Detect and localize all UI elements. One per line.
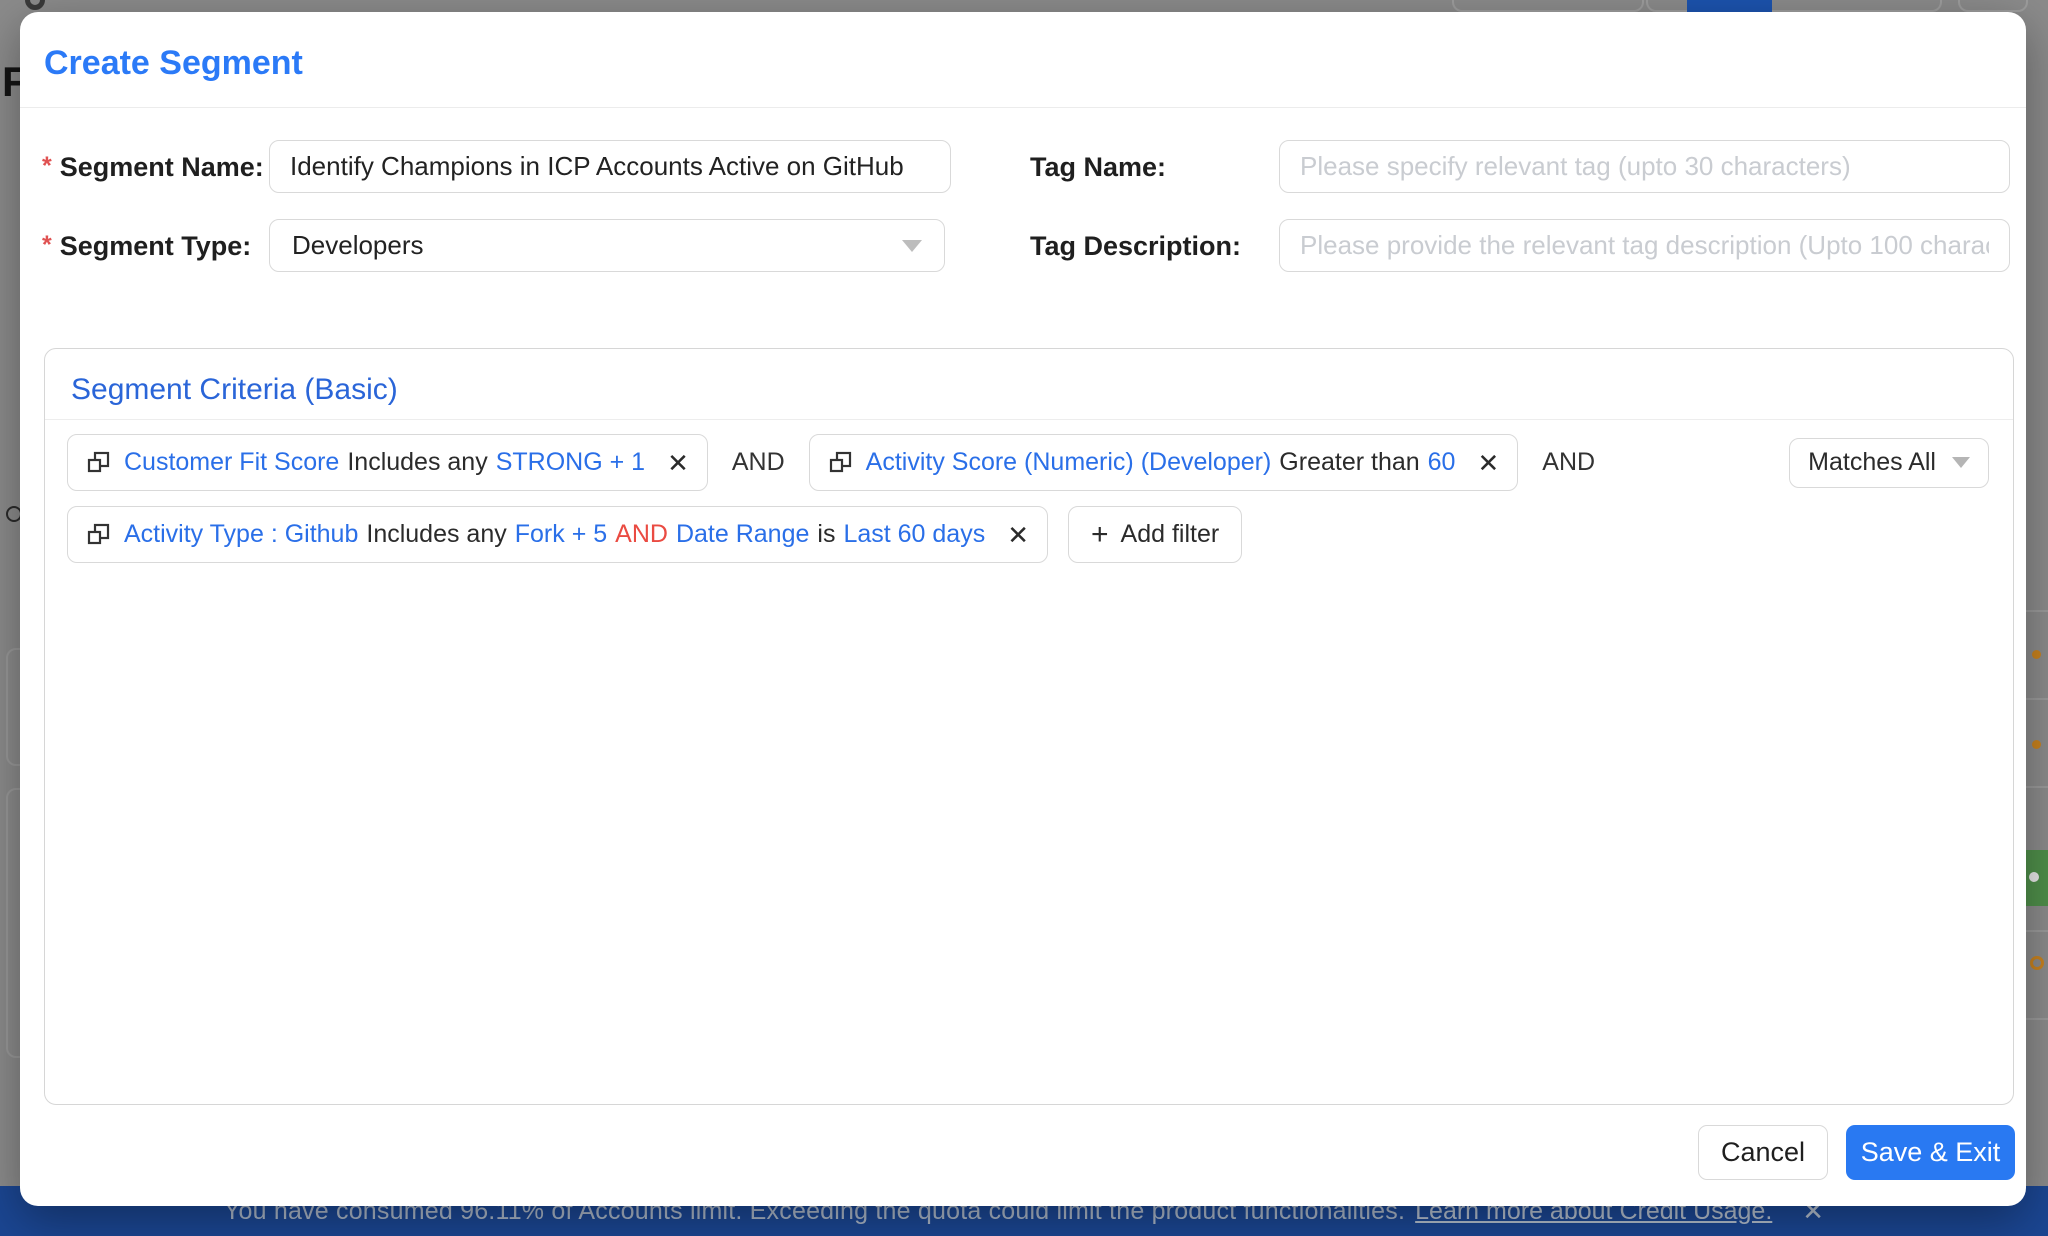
background-row-divider: [2026, 786, 2048, 788]
background-avatar-fragment: [2030, 956, 2044, 970]
save-exit-button[interactable]: Save & Exit: [1846, 1125, 2015, 1180]
filter-chip-text: Customer Fit Score Includes any STRONG +…: [124, 448, 645, 477]
background-toolbar-button: [1958, 0, 2028, 12]
plus-icon: +: [1091, 520, 1109, 550]
remove-filter-icon[interactable]: ✕: [667, 450, 689, 476]
segment-name-label: *Segment Name:: [42, 152, 264, 183]
segment-name-input[interactable]: [269, 140, 951, 193]
background-logo-fragment: [25, 0, 45, 10]
title-divider: [20, 107, 2026, 108]
screen: F You have consumed 96.11% of Accounts l…: [0, 0, 2048, 1236]
and-connector: AND: [732, 448, 785, 477]
background-row-divider: [2026, 610, 2048, 612]
overlap-squares-icon: [86, 522, 112, 548]
remove-filter-icon[interactable]: ✕: [1007, 522, 1029, 548]
filter-chip-text: Activity Score (Numeric) (Developer) Gre…: [866, 448, 1456, 477]
matches-all-select[interactable]: Matches All: [1789, 438, 1989, 488]
segment-type-select[interactable]: Developers: [269, 219, 945, 272]
chevron-down-icon: [1952, 457, 1970, 468]
and-connector: AND: [1542, 448, 1595, 477]
cancel-button[interactable]: Cancel: [1698, 1125, 1828, 1180]
background-primary-button-edge: [1687, 0, 1772, 12]
overlap-squares-icon: [86, 450, 112, 476]
tag-name-input[interactable]: [1279, 140, 2010, 193]
required-asterisk: *: [42, 231, 52, 259]
segment-type-label: *Segment Type:: [42, 231, 251, 262]
background-toolbar-button: [1452, 0, 1644, 12]
tag-description-label: Tag Description:: [1030, 231, 1241, 262]
overlap-squares-icon: [828, 450, 854, 476]
background-status-dot: [2032, 650, 2041, 659]
background-row-divider: [2026, 930, 2048, 932]
add-filter-button[interactable]: + Add filter: [1068, 506, 1242, 563]
modal-title: Create Segment: [44, 44, 303, 83]
create-segment-modal: Create Segment *Segment Name: Tag Name: …: [20, 12, 2026, 1206]
background-row-divider: [2026, 1018, 2048, 1020]
tag-description-input[interactable]: [1279, 219, 2010, 272]
background-status-dot: [2032, 740, 2041, 749]
chevron-down-icon: [902, 240, 922, 252]
criteria-divider: [45, 419, 2013, 420]
filter-row-1: Customer Fit Score Includes any STRONG +…: [67, 434, 1989, 491]
segment-criteria-card: Segment Criteria (Basic) Customer Fit Sc…: [44, 348, 2014, 1105]
filter-chip-activity-score[interactable]: Activity Score (Numeric) (Developer) Gre…: [809, 434, 1519, 491]
segment-type-value: Developers: [292, 230, 902, 261]
filter-chip-activity-type-github[interactable]: Activity Type : Github Includes any Fork…: [67, 506, 1048, 563]
tag-name-label: Tag Name:: [1030, 152, 1166, 183]
filter-chip-text: Activity Type : Github Includes any Fork…: [124, 520, 985, 549]
criteria-title: Segment Criteria (Basic): [71, 373, 398, 407]
remove-filter-icon[interactable]: ✕: [1477, 450, 1499, 476]
required-asterisk: *: [42, 152, 52, 180]
filter-chip-customer-fit-score[interactable]: Customer Fit Score Includes any STRONG +…: [67, 434, 708, 491]
background-row-divider: [2026, 698, 2048, 700]
filter-row-2: Activity Type : Github Includes any Fork…: [67, 506, 1242, 563]
background-green-cell-dot: [2029, 872, 2039, 882]
matches-all-value: Matches All: [1808, 448, 1936, 477]
